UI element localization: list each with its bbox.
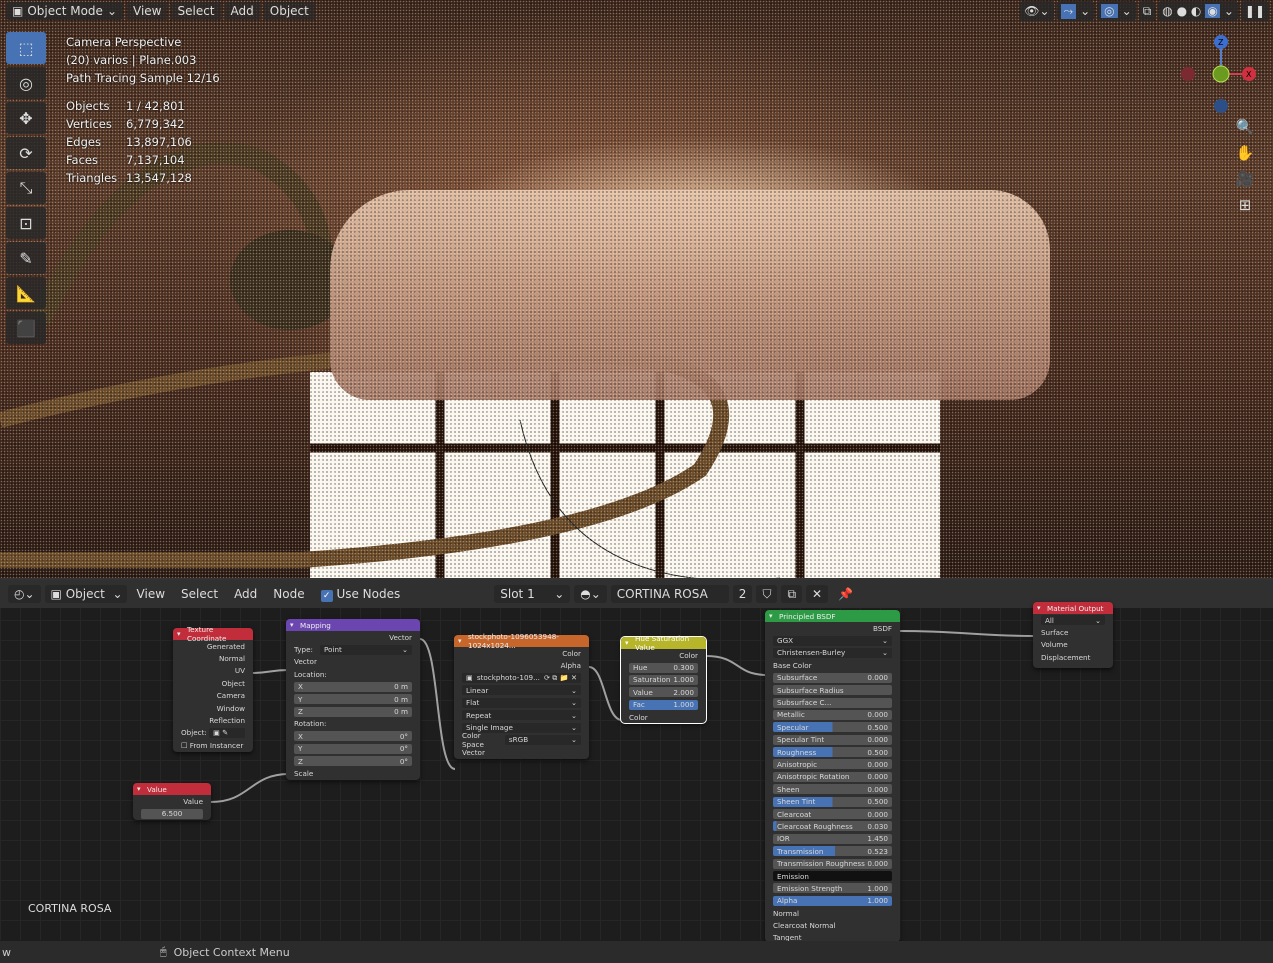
viewport-info: Camera Perspective (20) varios | Plane.0…: [66, 35, 220, 85]
cursor-icon[interactable]: ◎: [6, 67, 46, 99]
image-file[interactable]: ▣ stockphoto-109... ⟳ ⧉ 📁 ✕: [454, 672, 589, 684]
visibility-icon[interactable]: 👁⌄: [1020, 1, 1054, 21]
menu-add[interactable]: Add: [224, 2, 260, 20]
value-node[interactable]: Value Value 6.500: [133, 783, 211, 820]
overlay-toggle-icon[interactable]: ◎ ⌄: [1097, 1, 1136, 21]
svg-text:X: X: [1246, 70, 1252, 79]
bsdf-field[interactable]: Clearcoat 0.000: [765, 808, 900, 820]
pan-hand-icon[interactable]: ✋: [1236, 144, 1255, 162]
bsdf-field[interactable]: Transmission 0.523: [765, 845, 900, 857]
bsdf-field[interactable]: Transmission Roughness 0.000: [765, 857, 900, 869]
bsdf-field[interactable]: Roughness 0.500: [765, 746, 900, 758]
material-output-node[interactable]: Material Output All⌄ Surface Volume Disp…: [1033, 602, 1113, 668]
chevron-down-icon: ⌄: [106, 4, 117, 18]
menu-view[interactable]: View: [127, 2, 168, 20]
rotate-icon[interactable]: ⟳: [6, 137, 46, 169]
mouse-right-icon: 🖱: [160, 945, 167, 958]
status-bar: w 🖱 Object Context Menu: [0, 941, 1273, 963]
hue-saturation-node[interactable]: Hue Saturation Value Color Hue0.300 Satu…: [620, 634, 707, 725]
principled-bsdf-node[interactable]: Principled BSDF BSDF GGX⌄ Christensen-Bu…: [765, 610, 900, 942]
camera-icon[interactable]: 🎥: [1236, 170, 1255, 188]
gizmo-toggle-icon[interactable]: ⤳ ⌄: [1056, 1, 1095, 21]
mapping-type[interactable]: Type: Point ⌄: [286, 643, 420, 655]
bsdf-field[interactable]: Metallic 0.000: [765, 709, 900, 721]
mode-select[interactable]: ▣ Object Mode ⌄: [6, 2, 123, 20]
view-navigation: 🔍 ✋ 🎥 ⊞: [1231, 118, 1259, 214]
texture-coordinate-node[interactable]: Texture Coordinate Generated Normal UV O…: [173, 625, 253, 752]
bsdf-field[interactable]: Clearcoat Roughness 0.030: [765, 820, 900, 832]
curtain: [330, 190, 1050, 400]
scene-stats: Objects 1 / 42,801 Vertices 6,779,342 Edge…: [66, 99, 192, 185]
bsdf-field[interactable]: Sheen Tint 0.500: [765, 795, 900, 807]
bsdf-field[interactable]: IOR 1.450: [765, 833, 900, 845]
bsdf-field[interactable]: Anisotropic 0.000: [765, 758, 900, 770]
bsdf-field[interactable]: Emission: [765, 870, 900, 882]
move-icon[interactable]: ✥: [6, 102, 46, 134]
bsdf-field[interactable]: Emission Strength 1.000: [765, 882, 900, 894]
shading-modes[interactable]: ◍ ● ◐ ◉ ⌄: [1158, 1, 1238, 21]
material-label: CORTINA ROSA: [28, 902, 112, 915]
from-instancer-checkbox[interactable]: ☐ From Instancer: [173, 739, 253, 751]
zoom-icon[interactable]: 🔍: [1236, 118, 1255, 136]
object-mode-icon: ▣: [12, 4, 24, 18]
ortho-grid-icon[interactable]: ⊞: [1239, 196, 1252, 214]
measure-icon[interactable]: 📐: [6, 277, 46, 309]
annotate-icon[interactable]: ✎: [6, 242, 46, 274]
bsdf-field[interactable]: Specular Tint 0.000: [765, 734, 900, 746]
value-field[interactable]: 6.500: [133, 807, 211, 819]
menu-object[interactable]: Object: [263, 2, 315, 20]
svg-text:Z: Z: [1218, 38, 1224, 47]
bsdf-field[interactable]: Subsurface 0.000: [765, 672, 900, 684]
navigation-gizmo[interactable]: Z X: [1179, 32, 1259, 122]
bsdf-field[interactable]: Subsurface C...: [765, 696, 900, 708]
xray-icon[interactable]: ⧉: [1138, 1, 1156, 21]
image-texture-node[interactable]: stockphoto-1096053948-1024x1024... Color…: [454, 632, 589, 759]
scale-icon[interactable]: ⤡: [6, 172, 46, 204]
bsdf-field[interactable]: Alpha 1.000: [765, 895, 900, 907]
bsdf-field[interactable]: Subsurface Radius: [765, 684, 900, 696]
toolbar: ⬚ ◎ ✥ ⟳ ⤡ ⊡ ✎ 📐 ⬛: [6, 32, 48, 344]
bsdf-field[interactable]: Specular 0.500: [765, 721, 900, 733]
transform-icon[interactable]: ⊡: [6, 207, 46, 239]
select-box-icon[interactable]: ⬚: [6, 32, 46, 64]
add-cube-icon[interactable]: ⬛: [6, 312, 46, 344]
bsdf-field[interactable]: Sheen 0.000: [765, 783, 900, 795]
mapping-node[interactable]: Mapping Vector Type:Point⌄ Vector Locati…: [286, 619, 420, 780]
menu-select[interactable]: Select: [171, 2, 221, 20]
pause-icon[interactable]: ❚❚: [1240, 1, 1269, 21]
3d-viewport[interactable]: ▣ Object Mode ⌄ View Select Add Object 👁⌄ …: [0, 0, 1273, 578]
viewport-right-header: 👁⌄ ⤳ ⌄ ◎ ⌄ ⧉ ◍ ● ◐ ◉ ⌄ ❚❚: [1020, 1, 1269, 21]
object-field[interactable]: Object: ▣ ✎: [173, 727, 253, 739]
node-editor[interactable]: ◴ ⌄ ▣ Object ⌄ View Select Add Node ✓ Use…: [0, 578, 1273, 942]
bsdf-field[interactable]: Anisotropic Rotation 0.000: [765, 771, 900, 783]
image-actions-icon: ⟳ ⧉ 📁 ✕: [544, 672, 577, 682]
